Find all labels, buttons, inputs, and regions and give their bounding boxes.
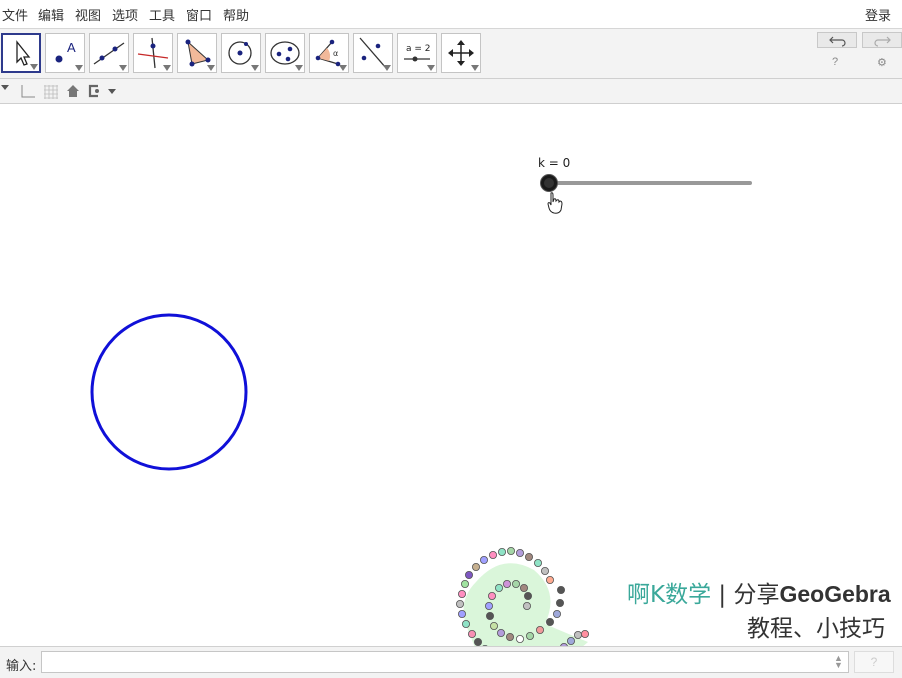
style-bar bbox=[0, 79, 902, 104]
menu-options[interactable]: 选项 bbox=[112, 5, 138, 24]
graphics-view[interactable]: k = 0 啊K数学 | 分享GeoGebra 教程、小技巧 bbox=[0, 104, 902, 670]
point-tool-label: A bbox=[67, 40, 76, 55]
undo-icon bbox=[829, 36, 846, 47]
input-stepper-icon[interactable]: ▲ ▼ bbox=[834, 654, 843, 670]
ellipse-tool-button[interactable] bbox=[265, 33, 305, 73]
help-icon[interactable]: ? bbox=[832, 56, 838, 68]
slider-tool-label: a = 2 bbox=[406, 44, 431, 54]
menu-file[interactable]: 文件 bbox=[2, 5, 28, 24]
circle-shape[interactable] bbox=[90, 313, 248, 471]
perpendicular-line-tool-button[interactable] bbox=[133, 33, 173, 73]
input-bar: 输入: ▲ ▼ ? bbox=[0, 646, 902, 678]
watermark-brand-text: GeoGebra bbox=[779, 581, 891, 607]
watermark-title: 啊K数学 | 分享GeoGebra bbox=[627, 575, 891, 609]
slider-track[interactable] bbox=[549, 181, 752, 185]
input-field[interactable] bbox=[41, 651, 849, 673]
slider-label: k = 0 bbox=[538, 156, 571, 170]
menu-view[interactable]: 视图 bbox=[75, 5, 101, 24]
move-tool-button[interactable] bbox=[1, 33, 41, 73]
input-label: 输入: bbox=[6, 659, 37, 674]
menu-help[interactable]: 帮助 bbox=[223, 5, 249, 24]
menu-window[interactable]: 窗口 bbox=[186, 5, 212, 24]
circle-tool-button[interactable] bbox=[221, 33, 261, 73]
home-icon[interactable] bbox=[65, 83, 81, 99]
menu-tools[interactable]: 工具 bbox=[149, 5, 175, 24]
watermark-share-text: 分享 bbox=[733, 582, 780, 608]
stylebar-toggle-icon[interactable] bbox=[0, 83, 10, 91]
slider-knob[interactable] bbox=[540, 174, 558, 192]
angle-tool-label: α bbox=[333, 49, 338, 58]
slider-tool-button[interactable]: a = 2 bbox=[397, 33, 437, 73]
undo-button[interactable] bbox=[817, 32, 857, 48]
point-tool-button[interactable]: A bbox=[45, 33, 85, 73]
axes-toggle-icon[interactable] bbox=[18, 83, 36, 99]
redo-icon bbox=[874, 36, 891, 47]
grid-toggle-icon[interactable] bbox=[42, 83, 60, 99]
settings-icon[interactable]: ⚙ bbox=[877, 56, 887, 69]
watermark-separator: | bbox=[711, 582, 734, 608]
reflect-tool-button[interactable] bbox=[353, 33, 393, 73]
point-capture-icon[interactable] bbox=[86, 83, 118, 99]
move-graphics-tool-button[interactable] bbox=[441, 33, 481, 73]
menu-edit[interactable]: 编辑 bbox=[38, 5, 64, 24]
polygon-tool-button[interactable] bbox=[177, 33, 217, 73]
angle-tool-button[interactable]: α bbox=[309, 33, 349, 73]
login-link[interactable]: 登录 bbox=[865, 5, 891, 24]
toolbar: A α a = 2 ? ⚙ bbox=[0, 29, 902, 79]
input-help-button[interactable]: ? bbox=[854, 651, 894, 673]
watermark-subtitle: 教程、小技巧 bbox=[747, 616, 885, 642]
watermark-accent-text: 啊K数学 bbox=[627, 582, 712, 608]
redo-button[interactable] bbox=[862, 32, 902, 48]
line-tool-button[interactable] bbox=[89, 33, 129, 73]
hand-cursor-icon bbox=[547, 192, 563, 214]
menu-bar: 文件 编辑 视图 选项 工具 窗口 帮助 登录 bbox=[0, 0, 902, 29]
